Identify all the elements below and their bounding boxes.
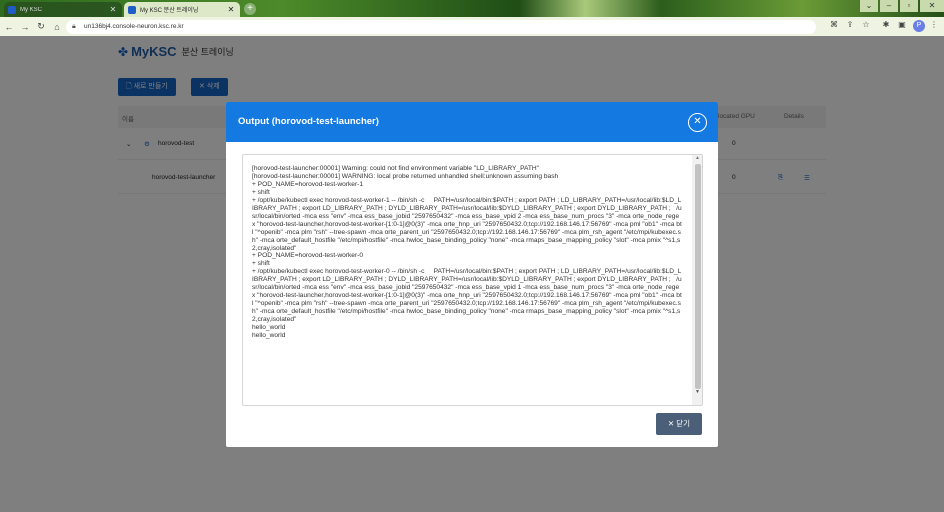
url-field[interactable]: 🔒︎ un136bj4.console-neuron.ksc.re.kr [66,20,816,34]
address-bar-area: ← → ↻ ⌂ 🔒︎ un136bj4.console-neuron.ksc.r… [0,17,944,36]
scroll-down-icon[interactable]: ▼ [693,389,702,395]
log-text: [horovod-test-launcher:00001] Warning: c… [252,165,682,340]
back-icon[interactable]: ← [2,22,16,32]
browser-tab[interactable]: My KSC ✕ [4,2,122,17]
browser-tab-bar: My KSC ✕ My KSC 분산 트레이닝 ✕ + ⌄ – ▫ ✕ [0,0,944,17]
url-text: un136bj4.console-neuron.ksc.re.kr [84,23,184,30]
close-icon[interactable]: ✕ [108,5,118,14]
chevron-down-icon[interactable]: ⌄ [860,0,878,12]
extensions-icon[interactable]: ✱ [880,20,892,29]
home-icon[interactable]: ⌂ [50,22,64,32]
browser-tab-active[interactable]: My KSC 분산 트레이닝 ✕ [124,2,240,17]
favicon-icon [8,5,16,14]
close-icon[interactable]: ✕ [688,113,707,132]
reload-icon[interactable]: ↻ [34,21,48,32]
close-button[interactable]: ✕ 닫기 [656,413,702,435]
output-modal: Output (horovod-test-launcher) ✕ [horovo… [226,102,718,447]
star-icon[interactable]: ☆ [860,20,872,29]
modal-header: Output (horovod-test-launcher) ✕ [226,102,718,142]
menu-icon[interactable]: ⋮ [928,20,940,29]
sidepanel-icon[interactable]: ▣ [896,20,908,29]
tab-title: My KSC [20,6,43,13]
window-close-button[interactable]: ✕ [920,0,944,12]
close-icon[interactable]: ✕ [226,5,236,14]
close-button-label: 닫기 [676,419,691,428]
favicon-icon [128,5,136,14]
forward-icon[interactable]: → [18,22,32,32]
share-icon[interactable]: ⇪ [844,20,856,29]
translate-icon[interactable]: ⌘ [828,20,840,29]
lock-icon: 🔒︎ [72,23,76,30]
tab-title: My KSC 분산 트레이닝 [140,8,199,14]
log-output-area[interactable]: [horovod-test-launcher:00001] Warning: c… [242,154,703,406]
maximize-button[interactable]: ▫ [900,0,918,12]
scroll-up-icon[interactable]: ▲ [693,155,702,161]
scrollbar-thumb[interactable] [695,164,701,389]
modal-title: Output (horovod-test-launcher) [238,116,379,127]
avatar[interactable]: P [913,20,925,32]
minimize-button[interactable]: – [880,0,898,12]
new-tab-button[interactable]: + [244,3,256,15]
